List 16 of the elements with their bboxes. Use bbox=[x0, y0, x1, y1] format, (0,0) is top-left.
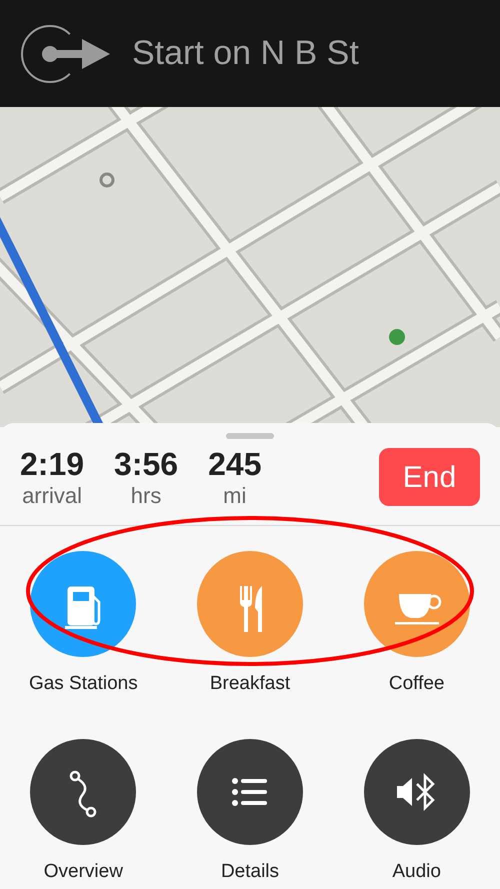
stat-value: 245 bbox=[208, 445, 262, 483]
stat-value: 2:19 bbox=[20, 445, 84, 483]
drag-handle[interactable] bbox=[226, 433, 274, 439]
end-button[interactable]: End bbox=[379, 448, 480, 506]
category-label: Breakfast bbox=[210, 672, 290, 696]
stat-label: arrival bbox=[22, 483, 82, 509]
category-label: Coffee bbox=[388, 672, 444, 696]
action-label: Details bbox=[220, 860, 280, 884]
stat-label: mi bbox=[223, 483, 246, 509]
stat-label: hrs bbox=[130, 483, 162, 509]
action-label: Overview bbox=[44, 860, 123, 884]
stat-value: 3:56 bbox=[114, 445, 178, 483]
instruction-text: Start on N B St bbox=[132, 33, 359, 74]
action-label: Audio bbox=[392, 860, 441, 884]
category-label: Gas Stations bbox=[28, 672, 138, 696]
start-arrow-icon bbox=[20, 22, 112, 84]
